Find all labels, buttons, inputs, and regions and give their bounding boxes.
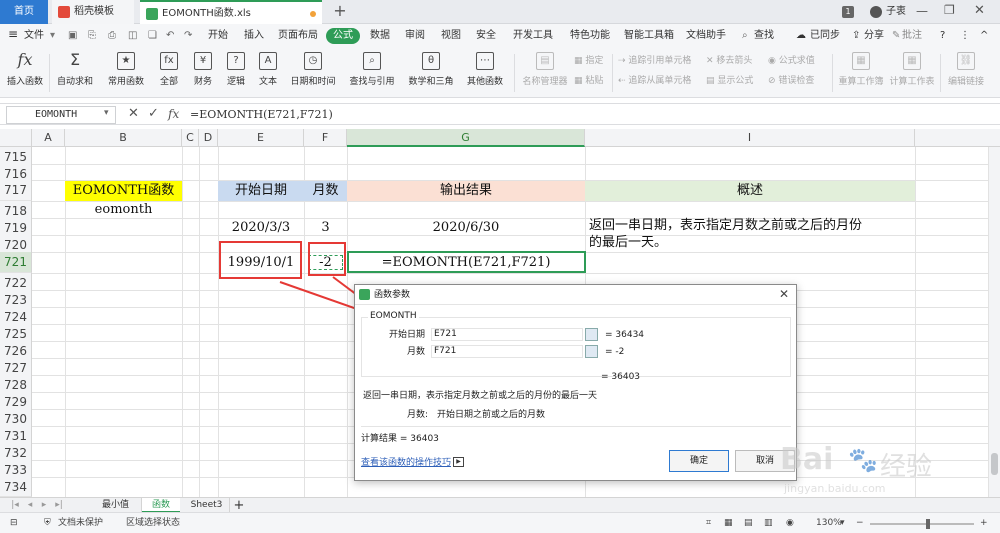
arg2-label: 月数 xyxy=(407,347,426,357)
normal-view-icon[interactable]: ▦ xyxy=(724,517,733,529)
close-icon[interactable]: ✕ xyxy=(779,287,789,301)
freeze-icon[interactable]: ⌗ xyxy=(706,517,711,529)
sheet-tab-bar: |◂ ◂ ▸ ▸| 最小值 函数 Sheet3 + xyxy=(0,497,1000,513)
page-break-icon[interactable]: ▥ xyxy=(764,517,773,529)
zoom-out-icon[interactable]: − xyxy=(856,517,864,529)
arg2-result: = -2 xyxy=(605,347,625,357)
ok-button[interactable]: 确定 xyxy=(669,450,729,472)
add-sheet-button[interactable]: + xyxy=(232,498,246,513)
next-sheet-icon[interactable]: ▸ xyxy=(38,498,50,513)
first-sheet-icon[interactable]: |◂ xyxy=(8,498,22,513)
paw-icon: 🐾 xyxy=(848,446,878,474)
arg-help-text: 开始日期之前或之后的月数 xyxy=(437,410,546,420)
eye-protect-icon[interactable]: ◉ xyxy=(786,517,794,529)
page-layout-icon[interactable]: ▤ xyxy=(744,517,753,529)
protect-status[interactable]: 文档未保护 xyxy=(58,517,103,529)
range-select-icon[interactable] xyxy=(585,345,598,358)
arg1-result: = 36434 xyxy=(605,330,645,340)
sheet-tab-min[interactable]: 最小值 xyxy=(90,498,142,513)
status-bar: ⊟ ⛨ 文档未保护 区域选择状态 ⌗ ▦ ▤ ▥ ◉ 130% ▾ − + xyxy=(0,512,1000,533)
zoom-slider[interactable] xyxy=(870,519,974,529)
spreadsheet-icon xyxy=(359,289,370,300)
arg1-label: 开始日期 xyxy=(389,330,426,340)
watermark-brand2: 经验 xyxy=(880,452,933,482)
watermark-brand: Bai xyxy=(780,442,834,477)
selection-mode: 区域选择状态 xyxy=(126,518,181,528)
function-description: 返回一串日期，表示指定月数之前或之后的月份的最后一天 xyxy=(363,391,598,401)
arg1-input[interactable]: E721 xyxy=(431,328,583,341)
range-select-icon[interactable] xyxy=(585,328,598,341)
baidu-watermark: Bai 🐾 经验 jingyan.baidu.com xyxy=(776,442,996,498)
zoom-in-icon[interactable]: + xyxy=(980,517,988,529)
video-icon[interactable]: ▶ xyxy=(453,457,464,467)
macro-icon[interactable]: ⊟ xyxy=(10,517,18,529)
arg-help-label: 月数: xyxy=(407,410,429,420)
zoom-dropdown-icon[interactable]: ▾ xyxy=(840,517,845,529)
function-arguments-dialog[interactable]: 函数参数 ✕ EOMONTH 开始日期 E721 = 36434 月数 F721… xyxy=(354,284,797,481)
last-sheet-icon[interactable]: ▸| xyxy=(52,498,66,513)
function-name: EOMONTH xyxy=(368,310,419,322)
arg2-input[interactable]: F721 xyxy=(431,345,583,358)
sheet-tab-sheet3[interactable]: Sheet3 xyxy=(184,498,230,513)
calc-result: 计算结果 = 36403 xyxy=(361,434,439,444)
zoom-slider-handle[interactable] xyxy=(926,519,930,529)
function-result: = 36403 xyxy=(601,372,641,382)
zoom-level[interactable]: 130% xyxy=(816,517,842,529)
watermark-url: jingyan.baidu.com xyxy=(784,482,886,495)
help-link[interactable]: 查看该函数的操作技巧 xyxy=(361,457,451,469)
dialog-titlebar[interactable]: 函数参数 ✕ xyxy=(355,285,796,305)
shield-icon: ⛨ xyxy=(44,518,51,528)
prev-sheet-icon[interactable]: ◂ xyxy=(24,498,36,513)
dialog-title: 函数参数 xyxy=(374,290,411,300)
sheet-tab-function[interactable]: 函数 xyxy=(142,498,180,513)
